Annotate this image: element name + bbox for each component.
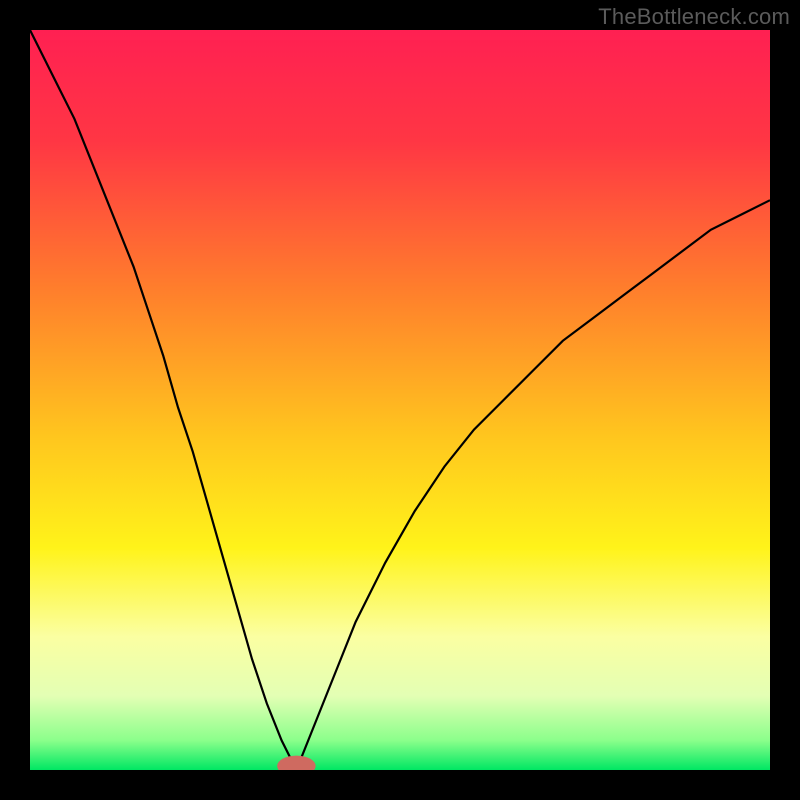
gradient-background [30, 30, 770, 770]
watermark-text: TheBottleneck.com [598, 4, 790, 30]
chart-frame: TheBottleneck.com [0, 0, 800, 800]
plot-area [30, 30, 770, 770]
chart-svg [30, 30, 770, 770]
